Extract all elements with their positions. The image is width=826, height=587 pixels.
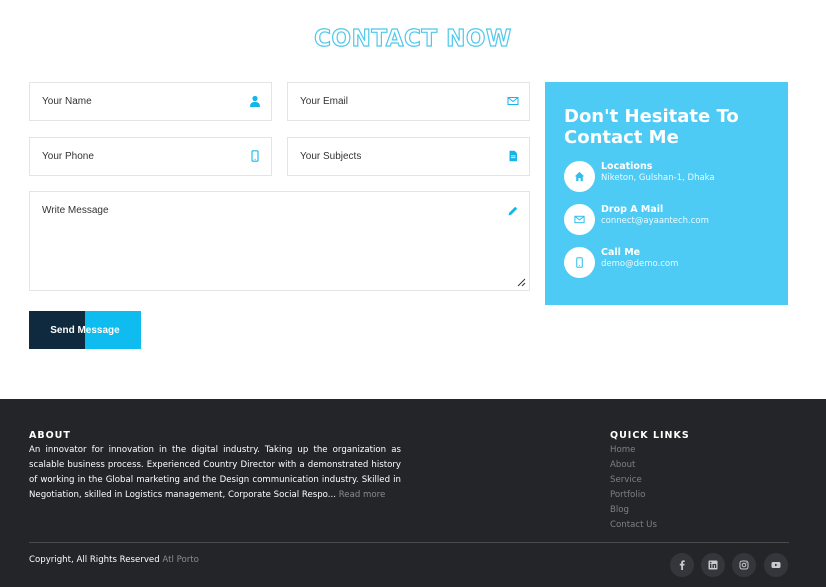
linkedin-icon[interactable] <box>701 553 725 577</box>
envelope-icon <box>507 95 519 107</box>
name-input[interactable] <box>30 83 271 120</box>
mobile-icon <box>249 150 261 162</box>
instagram-icon[interactable] <box>732 553 756 577</box>
youtube-icon[interactable] <box>764 553 788 577</box>
info-item-value[interactable]: connect@ayaantech.com <box>601 216 709 227</box>
send-message-button[interactable]: Send Message <box>29 311 141 349</box>
message-textarea[interactable] <box>30 192 529 290</box>
read-more-link[interactable]: Read more <box>339 490 386 500</box>
copyright-text: Copyright, All Rights Reserved <box>29 555 160 565</box>
contact-title: CONTACT NOW <box>314 25 512 52</box>
info-item-mail: Drop A Mail connect@ayaantech.com <box>564 204 774 236</box>
info-item-title: Drop A Mail <box>601 204 664 215</box>
quick-link-blog[interactable]: Blog <box>610 503 657 518</box>
footer: ABOUT An innovator for innovation in the… <box>0 399 826 587</box>
footer-divider <box>29 542 789 543</box>
quick-link-service[interactable]: Service <box>610 473 657 488</box>
subject-input[interactable] <box>288 138 529 175</box>
brand-name[interactable]: Atl Porto <box>162 555 199 565</box>
quick-link-portfolio[interactable]: Portfolio <box>610 488 657 503</box>
phone-input[interactable] <box>30 138 271 175</box>
document-icon <box>507 150 519 162</box>
about-text: An innovator for innovation in the digit… <box>29 443 401 503</box>
contact-info-heading: Don't Hesitate To Contact Me <box>564 106 739 148</box>
home-icon <box>564 161 595 192</box>
page: CONTACT NOW Send Message <box>0 0 826 587</box>
mobile-icon <box>564 247 595 278</box>
pencil-icon <box>507 205 519 217</box>
facebook-icon[interactable] <box>670 553 694 577</box>
envelope-icon <box>564 204 595 235</box>
contact-info-card: Don't Hesitate To Contact Me Locations N… <box>545 82 788 305</box>
quick-links-heading: QUICK LINKS <box>610 430 690 441</box>
resize-handle[interactable] <box>516 277 526 287</box>
info-item-location: Locations Niketon, Gulshan-1, Dhaka <box>564 161 774 193</box>
phone-field-wrapper <box>29 137 272 176</box>
info-item-title: Call Me <box>601 247 641 258</box>
about-heading: ABOUT <box>29 430 71 441</box>
social-links <box>670 553 790 577</box>
info-item-value: Niketon, Gulshan-1, Dhaka <box>601 173 715 183</box>
email-field-wrapper <box>287 82 530 121</box>
info-item-value[interactable]: demo@demo.com <box>601 259 678 270</box>
info-item-title: Locations <box>601 161 653 172</box>
quick-link-about[interactable]: About <box>610 458 657 473</box>
name-field-wrapper <box>29 82 272 121</box>
message-field-wrapper <box>29 191 530 291</box>
email-input[interactable] <box>288 83 529 120</box>
quick-link-home[interactable]: Home <box>610 443 657 458</box>
quick-links-list: Home About Service Portfolio Blog Contac… <box>610 443 657 533</box>
subject-field-wrapper <box>287 137 530 176</box>
quick-link-contact[interactable]: Contact Us <box>610 518 657 533</box>
user-icon <box>249 95 261 107</box>
info-item-call: Call Me demo@demo.com <box>564 247 774 279</box>
copyright: Copyright, All Rights Reserved Atl Porto <box>29 555 199 565</box>
